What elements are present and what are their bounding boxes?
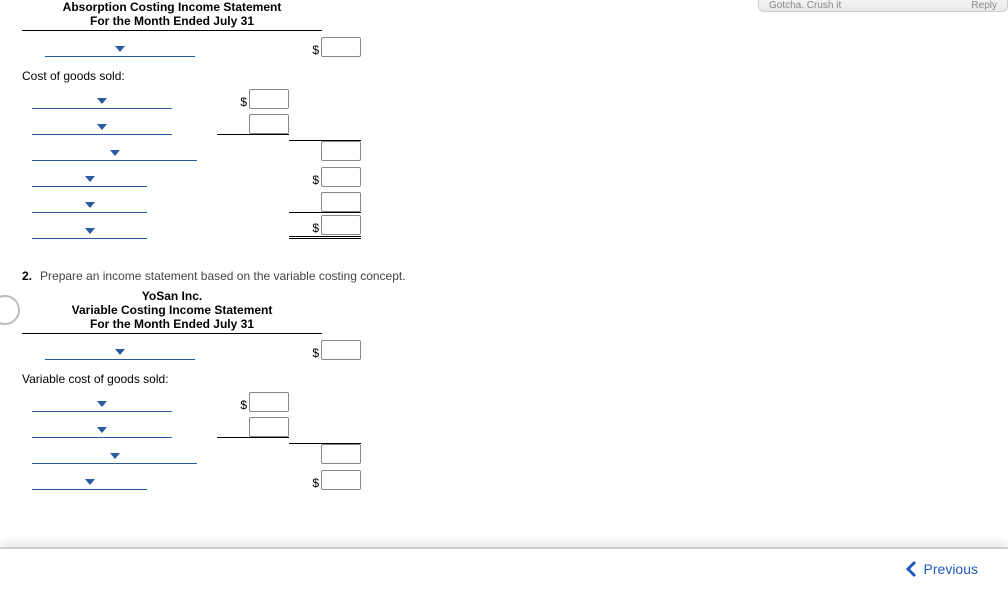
s2-vcogs-dd1[interactable]	[32, 401, 172, 412]
s1-dd-ni[interactable]	[32, 228, 147, 239]
s1-dd-exp[interactable]	[32, 202, 147, 213]
stmt2-company: YoSan Inc.	[22, 289, 322, 303]
currency: $	[307, 173, 319, 187]
s1-dd-gp[interactable]	[32, 176, 147, 187]
vcogs-label: Variable cost of goods sold:	[22, 372, 169, 386]
q2-text: Prepare an income statement based on the…	[40, 269, 406, 283]
s1-ni-input[interactable]	[321, 215, 361, 235]
chevron-left-icon	[904, 560, 918, 578]
cogs-label: Cost of goods sold:	[22, 69, 125, 83]
s1-sales-input[interactable]	[321, 37, 361, 57]
stmt2-title2: For the Month Ended July 31	[22, 317, 322, 334]
previous-button[interactable]: Previous	[904, 560, 978, 578]
currency: $	[307, 346, 319, 360]
q2-intro: 2. Prepare an income statement based on …	[22, 269, 986, 283]
currency: $	[307, 43, 319, 57]
currency: $	[235, 398, 247, 412]
s1-cogs-input2[interactable]	[249, 114, 289, 134]
s1-dd-sub1[interactable]	[32, 150, 197, 161]
previous-label: Previous	[924, 561, 978, 577]
stmt1-title2: For the Month Ended July 31	[22, 14, 322, 31]
s2-vcogs-dd2[interactable]	[32, 427, 172, 438]
currency: $	[307, 221, 319, 235]
s2-cm-input[interactable]	[321, 470, 361, 490]
stmt1-title1: Absorption Costing Income Statement	[22, 0, 322, 14]
s1-cogs-input1[interactable]	[249, 89, 289, 109]
s2-dd-sales[interactable]	[45, 349, 195, 360]
chat-snippet: Gotcha. Crush it	[769, 0, 841, 11]
s1-exp-input[interactable]	[321, 192, 361, 212]
s2-vcogs-input2[interactable]	[249, 417, 289, 437]
s2-sub1-input[interactable]	[321, 444, 361, 464]
s2-sales-input[interactable]	[321, 340, 361, 360]
variable-statement: YoSan Inc. Variable Costing Income State…	[22, 289, 986, 490]
chat-reply-bar: Gotcha. Crush it Reply	[758, 0, 1008, 12]
s2-dd-sub1[interactable]	[32, 453, 197, 464]
footer-bar: Previous	[0, 547, 1008, 589]
reply-link[interactable]: Reply	[971, 0, 997, 11]
q2-number: 2.	[22, 269, 32, 283]
s2-dd-cm[interactable]	[32, 479, 147, 490]
s1-sub1-input[interactable]	[321, 141, 361, 161]
currency: $	[307, 476, 319, 490]
s1-gp-input[interactable]	[321, 167, 361, 187]
stmt2-title1: Variable Costing Income Statement	[22, 303, 322, 317]
s2-vcogs-input1[interactable]	[249, 392, 289, 412]
absorption-statement: Absorption Costing Income Statement For …	[22, 0, 986, 239]
currency: $	[235, 95, 247, 109]
s1-dd-sales[interactable]	[45, 46, 195, 57]
s1-cogs-dd1[interactable]	[32, 98, 172, 109]
s1-cogs-dd2[interactable]	[32, 124, 172, 135]
